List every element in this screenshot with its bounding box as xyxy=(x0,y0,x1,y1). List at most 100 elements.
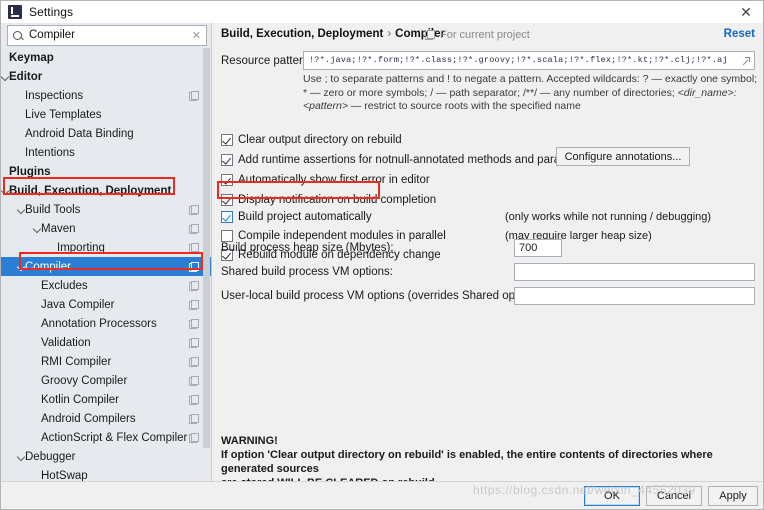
sidebar-item-excludes[interactable]: Excludes xyxy=(1,276,211,295)
sidebar-item-importing[interactable]: Importing xyxy=(1,238,211,257)
title-bar: Settings ✕ xyxy=(1,1,763,23)
checkbox-box[interactable] xyxy=(221,173,233,186)
breadcrumb-root[interactable]: Build, Execution, Deployment xyxy=(221,28,383,40)
sidebar-item-groovy-compiler[interactable]: Groovy Compiler xyxy=(1,371,211,390)
copy-settings-icon[interactable] xyxy=(189,338,199,348)
user-local-vm-options-input[interactable] xyxy=(514,287,755,305)
checkbox-add-runtime-assertions-for[interactable]: Add runtime assertions for notnull-annot… xyxy=(221,152,595,167)
sidebar-item-intentions[interactable]: Intentions xyxy=(1,143,211,162)
chevron-down-icon[interactable] xyxy=(17,452,26,461)
checkbox-automatically-show-first-error[interactable]: Automatically show first error in editor xyxy=(221,172,430,187)
sidebar-item-label: ActionScript & Flex Compiler xyxy=(41,431,188,444)
heap-size-input[interactable]: 700 xyxy=(514,239,562,257)
help-text-part2: — restrict to source roots with the spec… xyxy=(347,100,581,112)
sidebar-item-label: Maven xyxy=(41,222,76,235)
sidebar-item-label: Java Compiler xyxy=(41,298,115,311)
checkbox-clear-output-directory-on[interactable]: Clear output directory on rebuild xyxy=(221,132,402,147)
sidebar-item-hotswap[interactable]: HotSwap xyxy=(1,466,211,482)
resource-patterns-value: !?*.java;!?*.form;!?*.class;!?*.groovy;!… xyxy=(309,55,728,65)
reset-link[interactable]: Reset xyxy=(724,28,755,40)
sidebar-item-java-compiler[interactable]: Java Compiler xyxy=(1,295,211,314)
copy-settings-icon[interactable] xyxy=(189,300,199,310)
sidebar-item-keymap[interactable]: Keymap xyxy=(1,48,211,67)
sidebar-item-live-templates[interactable]: Live Templates xyxy=(1,105,211,124)
close-icon[interactable]: ✕ xyxy=(729,1,763,23)
checkbox-label: Compile independent modules in parallel xyxy=(238,229,446,242)
intellij-icon xyxy=(8,5,22,19)
sidebar-item-debugger[interactable]: Debugger xyxy=(1,447,211,466)
copy-settings-icon[interactable] xyxy=(189,224,199,234)
search-box[interactable]: ✕ xyxy=(7,25,207,46)
sidebar-item-build-execution-deployment[interactable]: Build, Execution, Deployment xyxy=(1,181,211,200)
copy-settings-icon[interactable] xyxy=(189,205,199,215)
checkbox-label: Display notification on build completion xyxy=(238,193,437,206)
search-input[interactable] xyxy=(29,27,189,44)
chevron-down-icon[interactable] xyxy=(33,224,42,233)
resource-patterns-help: Use ; to separate patterns and ! to nega… xyxy=(303,73,758,114)
copy-settings-icon[interactable] xyxy=(189,319,199,329)
sidebar-item-editor[interactable]: Editor xyxy=(1,67,211,86)
sidebar-item-maven[interactable]: Maven xyxy=(1,219,211,238)
copy-settings-icon[interactable] xyxy=(189,376,199,386)
sidebar-item-label: Android Compilers xyxy=(41,412,136,425)
ok-button[interactable]: OK xyxy=(584,486,640,506)
heap-size-value: 700 xyxy=(519,242,538,254)
sidebar-item-label: Plugins xyxy=(9,165,51,178)
clear-search-icon[interactable]: ✕ xyxy=(192,29,201,42)
settings-sidebar: ✕ Keymap Editor Inspections Live Templates A… xyxy=(1,23,212,481)
checkbox-display-notification-on-build[interactable]: Display notification on build completion xyxy=(221,192,436,207)
sidebar-item-label: Android Data Binding xyxy=(25,127,134,140)
copy-settings-icon[interactable] xyxy=(189,243,199,253)
copy-settings-icon[interactable] xyxy=(189,91,199,101)
apply-button[interactable]: Apply xyxy=(708,486,758,506)
sidebar-item-actionscript-flex-compiler[interactable]: ActionScript & Flex Compiler xyxy=(1,428,211,447)
checkbox-box[interactable] xyxy=(221,229,233,242)
sidebar-item-android-compilers[interactable]: Android Compilers xyxy=(1,409,211,428)
sidebar-item-validation[interactable]: Validation xyxy=(1,333,211,352)
sidebar-item-label: Annotation Processors xyxy=(41,317,157,330)
sidebar-item-inspections[interactable]: Inspections xyxy=(1,86,211,105)
chevron-down-icon[interactable] xyxy=(17,205,26,214)
copy-settings-icon[interactable] xyxy=(189,357,199,367)
checkbox-box[interactable] xyxy=(221,210,233,223)
sidebar-item-label: Excludes xyxy=(41,279,88,292)
sidebar-item-label: Validation xyxy=(41,336,91,349)
sidebar-scrollbar[interactable] xyxy=(203,48,210,481)
copy-settings-icon[interactable] xyxy=(189,281,199,291)
compiler-settings-panel: Build, Execution, Deployment › Compiler Fo… xyxy=(213,23,763,489)
shared-vm-options-input[interactable] xyxy=(514,263,755,281)
resource-patterns-input[interactable]: !?*.java;!?*.form;!?*.class;!?*.groovy;!… xyxy=(303,51,755,70)
sidebar-item-label: HotSwap xyxy=(41,469,88,482)
sidebar-item-rmi-compiler[interactable]: RMI Compiler xyxy=(1,352,211,371)
sidebar-scroll-thumb[interactable] xyxy=(203,48,210,448)
scope-note-label: For current project xyxy=(440,29,530,41)
sidebar-item-label: Compiler xyxy=(25,260,72,273)
chevron-down-icon[interactable] xyxy=(1,72,10,81)
sidebar-item-plugins[interactable]: Plugins xyxy=(1,162,211,181)
copy-settings-icon[interactable] xyxy=(189,433,199,443)
sidebar-item-compiler[interactable]: Compiler xyxy=(1,257,211,276)
expand-icon[interactable] xyxy=(742,57,750,65)
sidebar-item-label: Importing xyxy=(57,241,105,254)
checkbox-box[interactable] xyxy=(221,133,233,146)
copy-settings-icon[interactable] xyxy=(189,262,199,272)
warning-line-1: If option 'Clear output directory on reb… xyxy=(221,449,713,475)
sidebar-item-build-tools[interactable]: Build Tools xyxy=(1,200,211,219)
checkbox-box[interactable] xyxy=(221,153,233,166)
sidebar-item-annotation-processors[interactable]: Annotation Processors xyxy=(1,314,211,333)
configure-annotations-button[interactable]: Configure annotations... xyxy=(556,147,690,166)
copy-settings-icon[interactable] xyxy=(189,414,199,424)
sidebar-item-label: Build, Execution, Deployment xyxy=(9,184,172,197)
checkbox-note: (only works while not running / debuggin… xyxy=(505,211,712,223)
sidebar-item-kotlin-compiler[interactable]: Kotlin Compiler xyxy=(1,390,211,409)
checkbox-compile-independent-modules-in[interactable]: Compile independent modules in parallel xyxy=(221,228,446,243)
checkbox-label: Build project automatically xyxy=(238,210,372,223)
checkbox-box[interactable] xyxy=(221,193,233,206)
chevron-down-icon[interactable] xyxy=(1,186,10,195)
settings-tree[interactable]: Keymap Editor Inspections Live Templates And… xyxy=(1,48,211,481)
checkbox-build-project-automatically[interactable]: Build project automatically xyxy=(221,209,372,224)
copy-settings-icon[interactable] xyxy=(189,395,199,405)
cancel-button[interactable]: Cancel xyxy=(646,486,702,506)
chevron-down-icon[interactable] xyxy=(17,262,26,271)
sidebar-item-android-data-binding[interactable]: Android Data Binding xyxy=(1,124,211,143)
